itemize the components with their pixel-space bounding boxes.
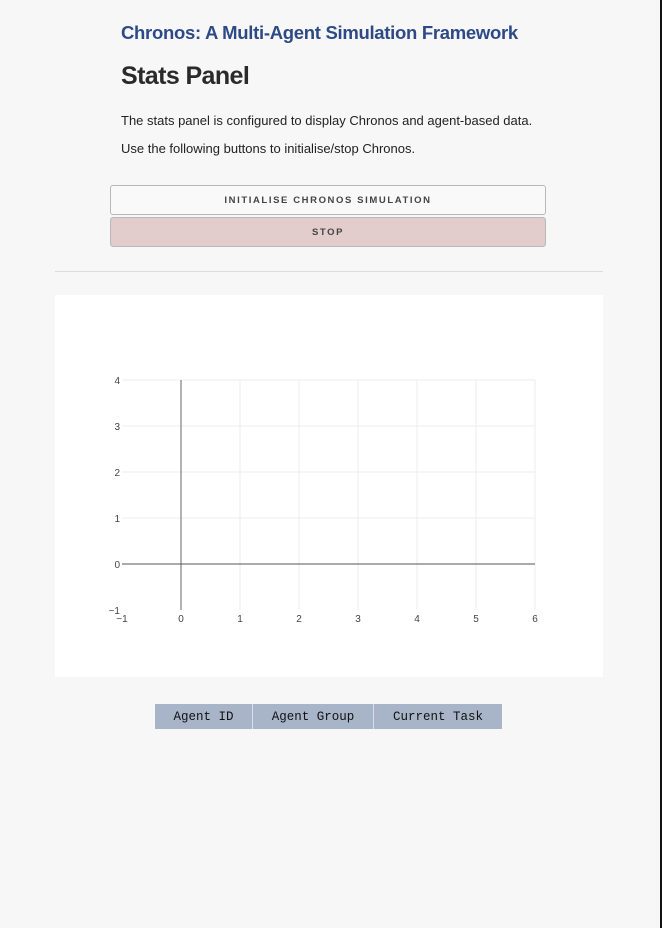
initialise-button[interactable]: INITIALISE CHRONOS SIMULATION (110, 185, 546, 215)
divider (55, 271, 603, 272)
y-tick-label: 0 (114, 560, 120, 571)
page-title: Stats Panel (121, 62, 250, 90)
y-tick-label: 3 (114, 422, 120, 433)
x-tick-label: 0 (178, 614, 184, 625)
y-tick-label: −1 (109, 606, 121, 617)
column-header-agent-id[interactable]: Agent ID (155, 704, 253, 729)
y-tick-label: 1 (114, 514, 120, 525)
chart-container[interactable]: −1 0 1 2 3 4 5 6 −1 0 1 2 3 4 (55, 295, 603, 677)
stop-button[interactable]: STOP (110, 217, 546, 247)
column-header-agent-group[interactable]: Agent Group (253, 704, 374, 729)
x-tick-label: 5 (473, 614, 479, 625)
y-tick-label: 4 (114, 376, 120, 387)
app-title: Chronos: A Multi-Agent Simulation Framew… (121, 22, 518, 43)
column-header-current-task[interactable]: Current Task (374, 704, 502, 729)
x-tick-label: 2 (296, 614, 302, 625)
x-tick-label: 1 (237, 614, 243, 625)
x-tick-label: 4 (414, 614, 420, 625)
agent-table: Agent ID Agent Group Current Task (155, 704, 502, 729)
y-tick-label: 2 (114, 468, 120, 479)
description-line-1: The stats panel is configured to display… (121, 113, 533, 128)
x-tick-label: 6 (532, 614, 538, 625)
description-line-2: Use the following buttons to initialise/… (121, 141, 416, 156)
x-tick-label: 3 (355, 614, 361, 625)
chart: −1 0 1 2 3 4 5 6−101234 (109, 376, 539, 625)
